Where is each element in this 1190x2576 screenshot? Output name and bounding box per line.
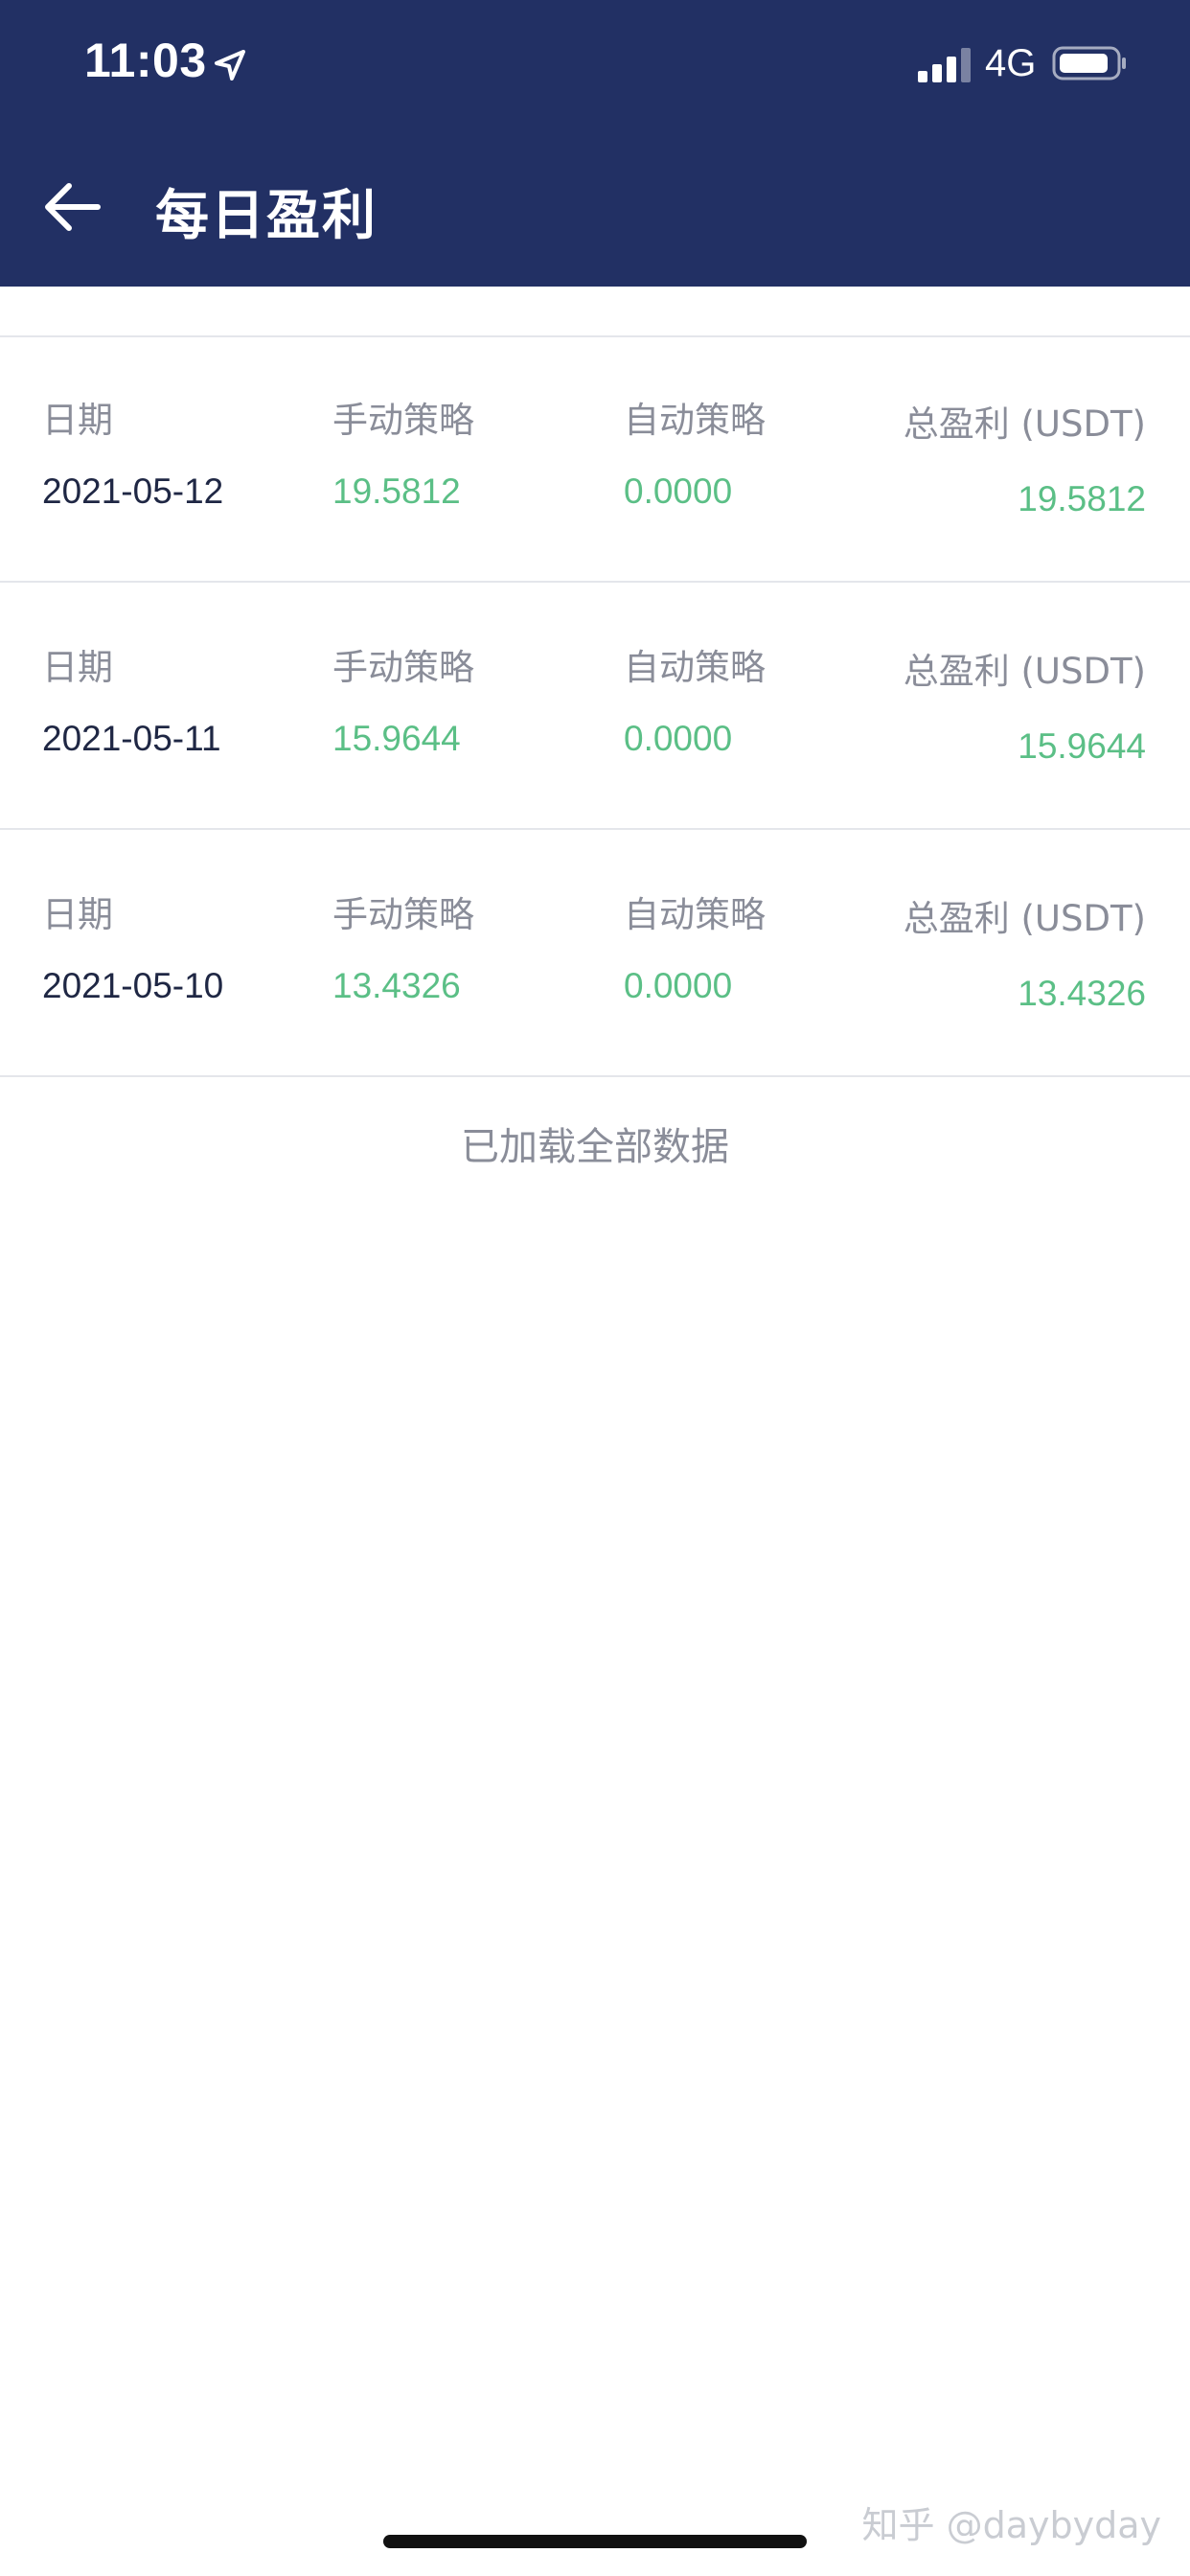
total-profit-label: 总盈利 (USDT) bbox=[903, 898, 1146, 939]
manual-strategy-value: 13.4326 bbox=[332, 966, 461, 1005]
page: 11:03 4G 每日盈利 日期 手动策略 自动策略 总盈利 (USDT) 20… bbox=[0, 0, 1190, 2576]
manual-strategy-label: 手动策略 bbox=[332, 400, 474, 441]
auto-strategy-value: 0.0000 bbox=[624, 719, 733, 758]
date-label: 日期 bbox=[42, 894, 113, 935]
manual-strategy-value: 19.5812 bbox=[332, 472, 461, 511]
back-button[interactable] bbox=[29, 169, 115, 245]
signal-icon bbox=[918, 48, 971, 82]
status-time: 11:03 bbox=[84, 34, 207, 87]
total-profit-value: 15.9644 bbox=[1018, 726, 1146, 766]
all-data-loaded-note: 已加载全部数据 bbox=[461, 1125, 729, 1169]
profit-list: 日期 手动策略 自动策略 总盈利 (USDT) 2021-05-12 19.58… bbox=[0, 335, 1190, 1077]
manual-strategy-label: 手动策略 bbox=[332, 647, 474, 688]
auto-strategy-label: 自动策略 bbox=[624, 400, 766, 441]
auto-strategy-label: 自动策略 bbox=[624, 647, 766, 688]
date-value: 2021-05-12 bbox=[42, 472, 224, 511]
total-profit-value: 13.4326 bbox=[1018, 974, 1146, 1013]
profit-record: 日期 手动策略 自动策略 总盈利 (USDT) 2021-05-10 13.43… bbox=[0, 830, 1190, 1077]
manual-strategy-label: 手动策略 bbox=[332, 894, 474, 935]
profit-record: 日期 手动策略 自动策略 总盈利 (USDT) 2021-05-12 19.58… bbox=[0, 335, 1190, 583]
total-profit-label: 总盈利 (USDT) bbox=[903, 403, 1146, 445]
auto-strategy-label: 自动策略 bbox=[624, 894, 766, 935]
manual-strategy-value: 15.9644 bbox=[332, 719, 461, 758]
watermark: 知乎 @daybyday bbox=[861, 2504, 1161, 2546]
total-profit-label: 总盈利 (USDT) bbox=[903, 651, 1146, 692]
date-label: 日期 bbox=[42, 400, 113, 441]
location-arrow-icon bbox=[215, 50, 245, 80]
page-title: 每日盈利 bbox=[155, 185, 378, 247]
home-indicator[interactable] bbox=[383, 2535, 807, 2548]
network-label: 4G bbox=[985, 42, 1037, 84]
profit-record: 日期 手动策略 自动策略 总盈利 (USDT) 2021-05-11 15.96… bbox=[0, 583, 1190, 830]
back-arrow-icon bbox=[45, 183, 101, 231]
auto-strategy-value: 0.0000 bbox=[624, 966, 733, 1005]
total-profit-value: 19.5812 bbox=[1018, 479, 1146, 518]
date-label: 日期 bbox=[42, 647, 113, 688]
date-value: 2021-05-10 bbox=[42, 966, 224, 1005]
header-bar: 11:03 4G 每日盈利 bbox=[0, 0, 1190, 287]
date-value: 2021-05-11 bbox=[42, 719, 221, 758]
battery-icon bbox=[1052, 46, 1126, 80]
auto-strategy-value: 0.0000 bbox=[624, 472, 733, 511]
